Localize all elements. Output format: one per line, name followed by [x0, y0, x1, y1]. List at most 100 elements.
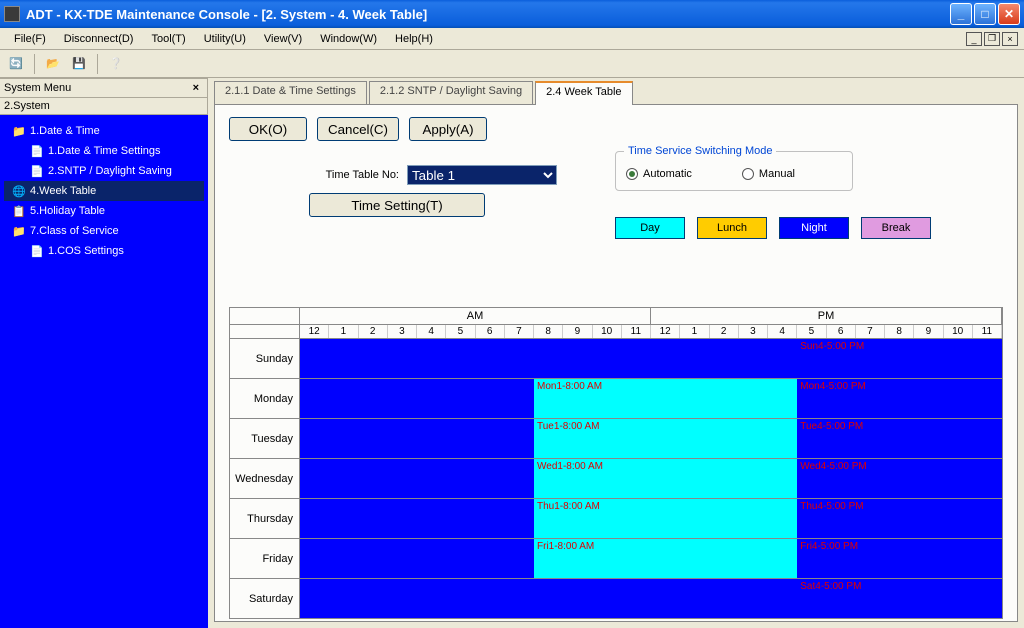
week-grid: AM PM 121234567891011121234567891011 Sun…: [229, 307, 1003, 619]
time-segment-night[interactable]: Sun4-5:00 PM: [797, 339, 1002, 378]
hour-header-cell: 6: [827, 325, 856, 338]
day-label: Saturday: [230, 579, 300, 618]
day-timeline[interactable]: Mon1-8:00 AMMon4-5:00 PM: [300, 379, 1002, 418]
time-segment-night[interactable]: [300, 579, 797, 618]
sidebar-item-label: 1.Date & Time: [30, 125, 100, 137]
time-segment-night[interactable]: Tue4-5:00 PM: [797, 419, 1002, 458]
hour-header-cell: 3: [388, 325, 417, 338]
toolbar: 🔄 📂 💾 ❔: [0, 50, 1024, 78]
hour-header-cell: 1: [329, 325, 358, 338]
hour-header-cell: 6: [476, 325, 505, 338]
time-segment-day[interactable]: Thu1-8:00 AM: [534, 499, 797, 538]
mdi-restore-button[interactable]: ❐: [984, 32, 1000, 46]
tree-node-icon: 📁: [12, 224, 26, 238]
radio-manual-label: Manual: [759, 168, 795, 180]
help-icon[interactable]: ❔: [106, 54, 126, 74]
menu-tool[interactable]: Tool(T): [143, 31, 193, 47]
radio-manual[interactable]: Manual: [742, 168, 795, 180]
hour-header-cell: 4: [417, 325, 446, 338]
menu-view[interactable]: View(V): [256, 31, 310, 47]
legend-break-button[interactable]: Break: [861, 217, 931, 239]
sidebar-item-label: 7.Class of Service: [30, 225, 119, 237]
legend-night-button[interactable]: Night: [779, 217, 849, 239]
tab[interactable]: 2.1.2 SNTP / Daylight Saving: [369, 81, 533, 105]
time-segment-night[interactable]: Sat4-5:00 PM: [797, 579, 1002, 618]
sidebar-close-icon[interactable]: ×: [189, 82, 203, 94]
apply-button[interactable]: Apply(A): [409, 117, 487, 141]
day-timeline[interactable]: Fri1-8:00 AMFri4-5:00 PM: [300, 539, 1002, 578]
sidebar-item-label: 1.Date & Time Settings: [48, 145, 161, 157]
sidebar-item-label: 5.Holiday Table: [30, 205, 105, 217]
time-segment-night[interactable]: Wed4-5:00 PM: [797, 459, 1002, 498]
hour-header-cell: 12: [300, 325, 329, 338]
day-timeline[interactable]: Thu1-8:00 AMThu4-5:00 PM: [300, 499, 1002, 538]
tree-node-icon: 📁: [12, 124, 26, 138]
sidebar-item[interactable]: 📁 7.Class of Service: [4, 221, 204, 241]
time-table-no-select[interactable]: Table 1: [407, 165, 557, 185]
menu-disconnect[interactable]: Disconnect(D): [56, 31, 142, 47]
time-segment-day[interactable]: Wed1-8:00 AM: [534, 459, 797, 498]
refresh-icon[interactable]: 🔄: [6, 54, 26, 74]
tab[interactable]: 2.1.1 Date & Time Settings: [214, 81, 367, 105]
sidebar-item[interactable]: 📄2.SNTP / Daylight Saving: [4, 161, 204, 181]
time-segment-night[interactable]: [300, 339, 797, 378]
sidebar-item[interactable]: 🌐4.Week Table: [4, 181, 204, 201]
tab-page-week-table: OK(O) Cancel(C) Apply(A) Time Table No: …: [214, 104, 1018, 622]
time-segment-night[interactable]: [300, 499, 534, 538]
grid-header-am: AM: [300, 308, 651, 324]
menu-file[interactable]: File(F): [6, 31, 54, 47]
time-segment-night[interactable]: Mon4-5:00 PM: [797, 379, 1002, 418]
time-segment-day[interactable]: Mon1-8:00 AM: [534, 379, 797, 418]
tab-strip: 2.1.1 Date & Time Settings2.1.2 SNTP / D…: [214, 80, 1018, 104]
menu-window[interactable]: Window(W): [312, 31, 385, 47]
menu-utility[interactable]: Utility(U): [196, 31, 254, 47]
close-button[interactable]: ✕: [998, 3, 1020, 25]
time-segment-night[interactable]: [300, 539, 534, 578]
sidebar-item[interactable]: 📋 5.Holiday Table: [4, 201, 204, 221]
minimize-button[interactable]: _: [950, 3, 972, 25]
mdi-close-button[interactable]: ×: [1002, 32, 1018, 46]
tree-node-icon: 📄: [30, 164, 44, 178]
tab[interactable]: 2.4 Week Table: [535, 81, 632, 105]
time-setting-button[interactable]: Time Setting(T): [309, 193, 485, 217]
time-segment-night[interactable]: [300, 379, 534, 418]
sidebar-item[interactable]: 📄1.COS Settings: [4, 241, 204, 261]
maximize-button[interactable]: □: [974, 3, 996, 25]
cancel-button[interactable]: Cancel(C): [317, 117, 399, 141]
app-icon: [4, 6, 20, 22]
switching-mode-title: Time Service Switching Mode: [624, 145, 776, 157]
day-label: Tuesday: [230, 419, 300, 458]
sidebar-section[interactable]: 2.System: [0, 98, 208, 115]
radio-automatic[interactable]: Automatic: [626, 168, 692, 180]
day-timeline[interactable]: Sun4-5:00 PM: [300, 339, 1002, 378]
window-title: ADT - KX-TDE Maintenance Console - [2. S…: [26, 7, 950, 22]
hour-header-cell: 2: [710, 325, 739, 338]
day-timeline[interactable]: Tue1-8:00 AMTue4-5:00 PM: [300, 419, 1002, 458]
time-segment-night[interactable]: [300, 419, 534, 458]
legend-lunch-button[interactable]: Lunch: [697, 217, 767, 239]
day-label: Monday: [230, 379, 300, 418]
time-segment-night[interactable]: Fri4-5:00 PM: [797, 539, 1002, 578]
time-segment-night[interactable]: Thu4-5:00 PM: [797, 499, 1002, 538]
day-row: SundaySun4-5:00 PM: [230, 338, 1002, 378]
time-segment-day[interactable]: Fri1-8:00 AM: [534, 539, 797, 578]
sidebar-item[interactable]: 📁 1.Date & Time: [4, 121, 204, 141]
hour-header-cell: 4: [768, 325, 797, 338]
mdi-minimize-button[interactable]: _: [966, 32, 982, 46]
hour-header-cell: 7: [505, 325, 534, 338]
hour-header-cell: 11: [973, 325, 1002, 338]
ok-button[interactable]: OK(O): [229, 117, 307, 141]
time-segment-day[interactable]: Tue1-8:00 AM: [534, 419, 797, 458]
sidebar-item[interactable]: 📄1.Date & Time Settings: [4, 141, 204, 161]
hour-header-cell: 2: [359, 325, 388, 338]
day-timeline[interactable]: Wed1-8:00 AMWed4-5:00 PM: [300, 459, 1002, 498]
legend-day-button[interactable]: Day: [615, 217, 685, 239]
time-table-no-label: Time Table No:: [309, 169, 399, 181]
time-segment-night[interactable]: [300, 459, 534, 498]
open-icon[interactable]: 📂: [43, 54, 63, 74]
save-icon[interactable]: 💾: [69, 54, 89, 74]
day-timeline[interactable]: Sat4-5:00 PM: [300, 579, 1002, 618]
menu-help[interactable]: Help(H): [387, 31, 441, 47]
tree-node-icon: 📋: [12, 204, 26, 218]
tree-node-icon: 📄: [30, 244, 44, 258]
